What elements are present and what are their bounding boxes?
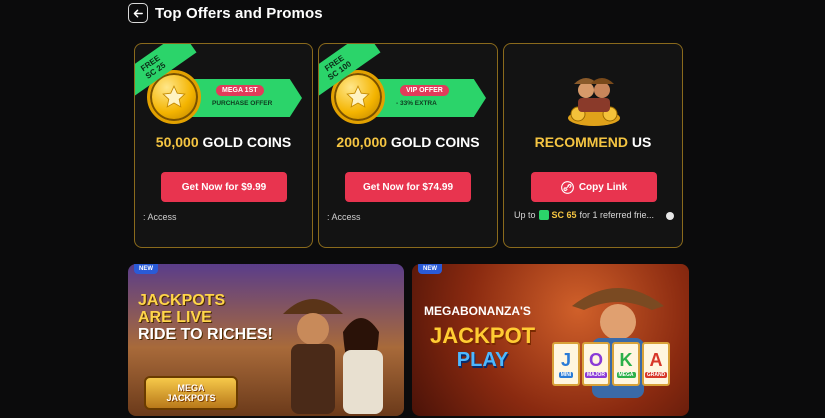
get-now-button[interactable]: Get Now for $74.99	[345, 172, 471, 202]
cowboys-with-coins-icon	[568, 78, 620, 126]
access-text: : Access	[327, 212, 361, 222]
new-badge: NEW	[418, 264, 442, 274]
referral-prefix: Up to	[514, 210, 536, 220]
amount-label: GOLD COINS	[390, 134, 480, 150]
offer-amount: 50,000 GOLD COINS	[135, 134, 312, 150]
banner-headline: JACKPOTS ARE LIVE RIDE TO RICHES!	[138, 292, 273, 343]
headline-line: RIDE TO RICHES!	[138, 326, 273, 343]
jackpot-card: K MEGA	[612, 342, 640, 386]
cowboy-couple-icon	[283, 299, 383, 414]
jackpot-card: J MINI	[552, 342, 580, 386]
logo-line: JACKPOTS	[166, 393, 216, 403]
recommend-title: RECOMMEND US	[504, 134, 682, 150]
page-title: Top Offers and Promos	[155, 4, 323, 22]
amount-number: 200,000	[336, 134, 388, 150]
jackpot-play-logo: JACKPOT PLAY	[430, 324, 535, 372]
card-letter: J	[560, 350, 571, 370]
access-text: : Access	[143, 212, 177, 222]
amount-label: GOLD COINS	[202, 134, 292, 150]
card-tier: MAJOR	[584, 372, 608, 378]
copy-link-button[interactable]: Copy Link	[531, 172, 657, 202]
back-button[interactable]	[128, 3, 148, 23]
offer-card-gold-50000: FREE SC 25 MEGA 1ST PURCHASE OFFER 50,00…	[134, 43, 313, 248]
offer-pill: MEGA 1ST	[216, 85, 264, 96]
copy-link-label: Copy Link	[578, 181, 628, 193]
jackpots-banner[interactable]: NEW JACKPOTS ARE LIVE RIDE TO RICHES! ME…	[128, 264, 404, 416]
card-letter: O	[588, 350, 603, 370]
card-letter: A	[649, 350, 663, 370]
banner-brand: MEGABONANZA'S	[424, 304, 531, 318]
sweeps-coin-icon	[538, 210, 549, 220]
headline-line: ARE LIVE	[138, 309, 212, 326]
recommend-title-gold: RECOMMEND	[534, 134, 628, 150]
offer-card-gold-200000: FREE SC 100 VIP OFFER - 33% EXTRA 200,00…	[318, 43, 498, 248]
logo-line: JACKPOT	[430, 323, 536, 348]
new-badge: NEW	[134, 264, 158, 274]
star-icon	[162, 85, 186, 108]
jackpot-play-banner[interactable]: NEW MEGABONANZA'S JACKPOT PLAY J MINI O MAJ…	[412, 264, 689, 416]
star-icon	[346, 85, 370, 108]
card-tier: MEGA	[616, 372, 636, 378]
mega-jackpots-logo: MEGA JACKPOTS	[144, 376, 238, 410]
link-icon	[560, 180, 574, 194]
headline-line: JACKPOTS	[138, 292, 226, 309]
offer-subtitle: - 33% EXTRA	[396, 100, 437, 107]
offer-subtitle: PURCHASE OFFER	[212, 100, 273, 107]
logo-line: PLAY	[456, 349, 509, 371]
referral-text: Up to SC 65 for 1 referred frie...	[514, 210, 654, 220]
amount-number: 50,000	[155, 134, 199, 150]
card-tier: GRAND	[644, 372, 668, 378]
recommend-title-white: US	[631, 134, 652, 150]
arrow-left-icon	[133, 9, 143, 17]
jackpot-card: A GRAND	[642, 342, 670, 386]
info-icon[interactable]	[666, 212, 674, 220]
logo-line: MEGA	[177, 383, 205, 393]
referral-amount: SC 65	[551, 210, 577, 220]
jackpot-card: O MAJOR	[582, 342, 610, 386]
page-header: Top Offers and Promos	[128, 3, 323, 23]
referral-suffix: for 1 referred frie...	[579, 210, 655, 220]
recommend-card: RECOMMEND US Copy Link Up to SC 65 for 1…	[503, 43, 683, 248]
offer-amount: 200,000 GOLD COINS	[319, 134, 497, 150]
get-now-button[interactable]: Get Now for $9.99	[161, 172, 287, 202]
jackpot-cards: J MINI O MAJOR K MEGA A GRAND	[552, 342, 670, 386]
card-tier: MINI	[558, 372, 574, 378]
card-letter: K	[619, 350, 633, 370]
offer-pill: VIP OFFER	[400, 85, 449, 96]
